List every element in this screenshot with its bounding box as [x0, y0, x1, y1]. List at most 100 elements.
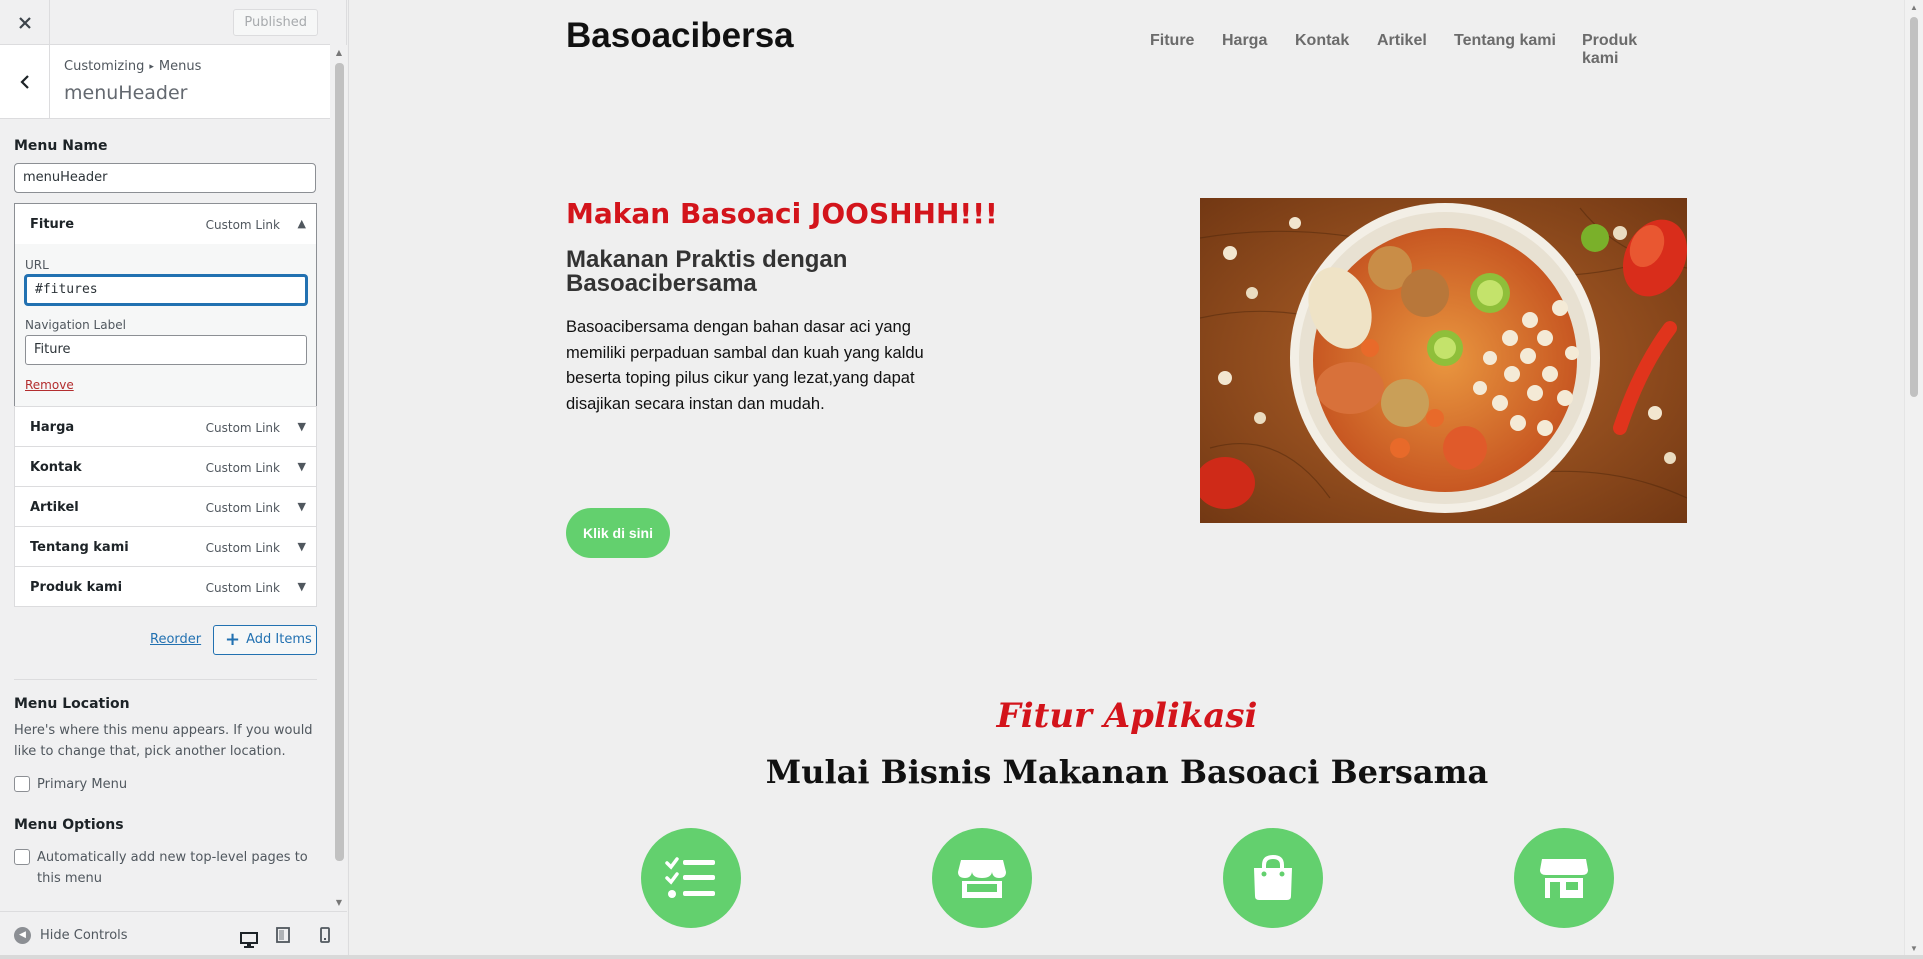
shop-icon	[1540, 859, 1588, 898]
navigation-label-label: Navigation Label	[25, 318, 126, 332]
scroll-up-arrow-icon[interactable]: ▲	[1905, 3, 1923, 12]
url-label: URL	[25, 258, 49, 272]
sidebar-scrollbar[interactable]: ▲ ▼	[331, 45, 347, 911]
plus-icon: +	[225, 629, 241, 650]
menu-item-title: Fiture	[30, 217, 75, 232]
breadcrumb-root: Customizing	[64, 59, 145, 74]
desktop-icon	[240, 931, 258, 948]
menu-item-type: Custom Link	[205, 218, 280, 232]
back-button[interactable]	[0, 45, 50, 119]
scroll-down-arrow-icon[interactable]: ▼	[331, 895, 347, 911]
menu-item-type: Custom Link	[205, 421, 280, 435]
hero-body: Basoacibersama dengan bahan dasar aci ya…	[566, 318, 924, 413]
menu-item-tentang-kami[interactable]: Tentang kami Custom Link ▼	[14, 526, 317, 567]
features-title: Mulai Bisnis Makanan Basoaci Bersama	[765, 753, 1489, 791]
primary-menu-label: Primary Menu	[37, 777, 128, 792]
chevron-left-icon	[19, 75, 29, 89]
hero-image	[1200, 198, 1687, 523]
published-button[interactable]: Published	[233, 9, 318, 36]
nav-link-produk-kami[interactable]: Produk kami	[1582, 32, 1675, 68]
tablet-icon	[276, 927, 290, 943]
auto-add-pages-checkbox[interactable]	[14, 849, 30, 865]
feature-shopping-bag	[1223, 828, 1323, 928]
remove-link[interactable]: Remove	[25, 378, 74, 392]
auto-add-pages-label: Automatically add new top-level pages to…	[37, 850, 308, 886]
menu-item-type: Custom Link	[205, 541, 280, 555]
menu-item-type: Custom Link	[205, 581, 280, 595]
expand-arrow-icon[interactable]: ▼	[298, 420, 306, 433]
reorder-link[interactable]: Reorder	[150, 632, 201, 647]
hero-kicker: Makan Basoaci JOOSHHH!!!	[566, 197, 998, 230]
url-input[interactable]: #fitures	[25, 275, 307, 305]
mobile-icon	[320, 927, 330, 943]
menu-items-list: Fiture Custom Link ▲ URL #fitures Naviga…	[14, 203, 317, 607]
expand-arrow-icon[interactable]: ▼	[298, 500, 306, 513]
breadcrumb-separator: ▸	[149, 62, 154, 72]
close-icon	[18, 16, 31, 29]
bowl-of-baso-aci-photo	[1200, 198, 1687, 523]
shopping-bag-icon	[1254, 854, 1292, 900]
hide-controls-button[interactable]: ◀ Hide Controls	[14, 927, 128, 944]
scroll-up-arrow-icon[interactable]: ▲	[331, 45, 347, 61]
feature-shop	[1514, 828, 1614, 928]
menu-item-harga[interactable]: Harga Custom Link ▼	[14, 406, 317, 447]
menu-item-title: Harga	[30, 420, 75, 435]
preview-desktop-button[interactable]	[230, 923, 268, 959]
menu-options-heading: Menu Options	[14, 817, 124, 833]
nav-link-tentang-kami[interactable]: Tentang kami	[1454, 32, 1556, 50]
expand-arrow-icon[interactable]: ▼	[298, 540, 306, 553]
menu-item-produk-kami[interactable]: Produk kami Custom Link ▼	[14, 566, 317, 607]
menu-name-label: Menu Name	[14, 138, 108, 154]
menu-name-input[interactable]: menuHeader	[14, 163, 316, 193]
menu-location-heading: Menu Location	[14, 696, 130, 712]
nav-link-harga[interactable]: Harga	[1222, 32, 1267, 50]
expand-arrow-icon[interactable]: ▼	[298, 460, 306, 473]
menu-item-title: Kontak	[30, 460, 82, 475]
collapse-arrow-icon[interactable]: ▲	[298, 217, 306, 230]
storefront-icon	[958, 860, 1006, 898]
close-customizer-button[interactable]	[0, 0, 50, 45]
nav-link-kontak[interactable]: Kontak	[1295, 32, 1349, 50]
customizer-sidebar: Published Customizing ▸ Menus menuHeader ▲…	[0, 0, 347, 959]
menu-item-type: Custom Link	[205, 501, 280, 515]
feature-checklist	[641, 828, 741, 928]
preview-scroll-thumb[interactable]	[1910, 17, 1918, 397]
scroll-down-arrow-icon[interactable]: ▼	[1905, 944, 1923, 953]
site-title[interactable]: Basoacibersa	[566, 16, 794, 56]
menu-item-kontak[interactable]: Kontak Custom Link ▼	[14, 446, 317, 487]
menu-item-title: Tentang kami	[30, 540, 129, 555]
menu-item-title: Produk kami	[30, 580, 123, 595]
menu-item-title: Artikel	[30, 500, 79, 515]
features-kicker: Fitur Aplikasi	[996, 696, 1258, 736]
preview-tablet-button[interactable]	[271, 924, 295, 946]
hero-cta-button[interactable]: Klik di sini	[566, 508, 670, 558]
preview-scrollbar[interactable]: ▲ ▼	[1904, 0, 1923, 959]
menu-item-fiture: Fiture Custom Link ▲ URL #fitures Naviga…	[14, 203, 317, 407]
hero-title: Makanan Praktis dengan Basoacibersama	[566, 246, 848, 297]
window-bottom-edge	[0, 955, 1923, 959]
checklist-icon	[665, 857, 715, 898]
panel-title: menuHeader	[64, 82, 188, 104]
feature-storefront	[932, 828, 1032, 928]
site-preview: Basoacibersa Fiture Harga Kontak Artikel…	[348, 0, 1904, 959]
panel-header: Customizing ▸ Menus menuHeader	[0, 45, 330, 119]
hide-controls-label: Hide Controls	[40, 928, 128, 943]
expand-arrow-icon[interactable]: ▼	[298, 580, 306, 593]
primary-menu-checkbox[interactable]	[14, 776, 30, 792]
customizer-topbar: Published	[0, 0, 330, 45]
preview-mobile-button[interactable]	[313, 924, 337, 946]
menu-item-type: Custom Link	[205, 461, 280, 475]
add-items-button[interactable]: + Add Items	[213, 625, 317, 655]
nav-link-artikel[interactable]: Artikel	[1377, 32, 1427, 50]
customizer-footer: ◀ Hide Controls	[0, 911, 347, 959]
menu-item-header[interactable]: Fiture Custom Link ▲	[15, 204, 316, 244]
add-items-label: Add Items	[246, 632, 312, 647]
nav-link-fiture[interactable]: Fiture	[1150, 32, 1194, 50]
arrow-left-circle-icon: ◀	[14, 927, 31, 944]
menu-location-description: Here's where this menu appears. If you w…	[14, 723, 313, 759]
breadcrumb: Customizing ▸ Menus	[64, 59, 201, 74]
navigation-label-input[interactable]: Fiture	[25, 335, 307, 365]
sidebar-scroll-thumb[interactable]	[335, 63, 344, 861]
section-divider	[14, 679, 317, 680]
menu-item-artikel[interactable]: Artikel Custom Link ▼	[14, 486, 317, 527]
